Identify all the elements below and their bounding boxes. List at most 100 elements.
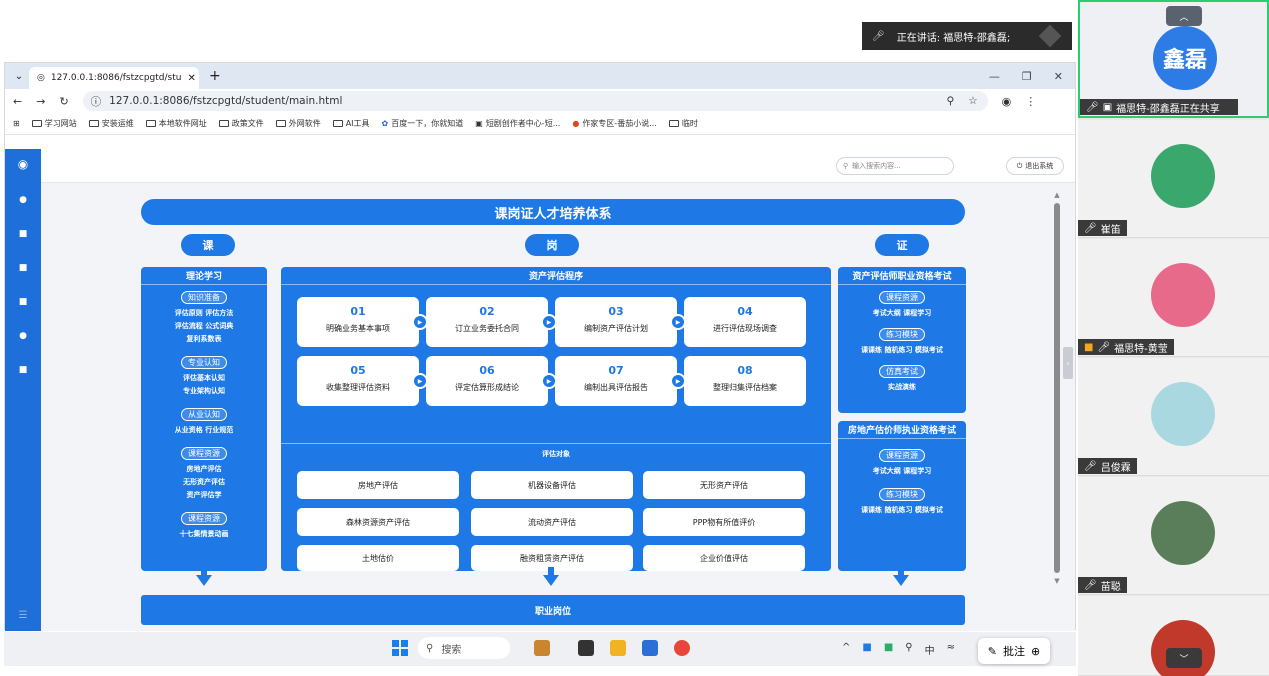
bookmark-item[interactable]: 外网软件 — [275, 118, 321, 129]
url-field[interactable]: ⓘ 127.0.0.1:8086/fstzcpgtd/student/main.… — [82, 91, 988, 111]
cert-group-line[interactable]: 考试大纲 课程学习 — [838, 465, 966, 478]
bookmark-item[interactable]: 本地软件网址 — [145, 118, 207, 129]
browser-tab[interactable]: ◎ 127.0.0.1:8086/fstzcpgtd/stu ✕ — [29, 67, 199, 89]
left-group-tag[interactable]: 课程资源 — [181, 512, 227, 525]
object-card[interactable]: PPP物有所值评价 — [643, 508, 805, 536]
participant-tile[interactable]: 🎤︎ 崔笛 — [1078, 120, 1269, 238]
new-tab-icon[interactable]: + — [209, 68, 221, 84]
object-card[interactable]: 土地估价 — [297, 545, 459, 571]
step-card[interactable]: 06 评定估算形成结论 — [426, 356, 548, 406]
collapse-menu-icon[interactable]: ☰ — [19, 610, 28, 621]
bookmark-star-icon[interactable]: ☆ — [968, 95, 977, 107]
back-icon[interactable]: ← — [13, 95, 22, 108]
cert-group-tag[interactable]: 课程资源 — [879, 449, 925, 462]
tab-search-icon[interactable]: ⌄ — [9, 71, 29, 82]
file-explorer-icon[interactable] — [610, 640, 626, 656]
left-group-line[interactable]: 从业资格 行业规范 — [141, 424, 267, 437]
step-card[interactable]: 02 订立业务委托合同 — [426, 297, 548, 347]
taskbar-meeting-icon[interactable] — [642, 640, 658, 656]
taskbar-search[interactable]: ⚲ 搜索 — [418, 637, 510, 659]
cert-group-tag[interactable]: 课程资源 — [879, 291, 925, 304]
cert-group-line[interactable]: 课课练 随机练习 模拟考试 — [838, 504, 966, 517]
step-card[interactable]: 05 收集整理评估资料 — [297, 356, 419, 406]
cert-group-tag[interactable]: 仿真考试 — [879, 365, 925, 378]
cert-group-line[interactable]: 实战演练 — [838, 381, 966, 394]
left-group-line[interactable]: 房地产评估 — [141, 463, 267, 476]
page-scrollbar[interactable]: ▲ ▼ — [1051, 191, 1063, 621]
forward-icon[interactable]: → — [36, 95, 45, 108]
windows-start-icon[interactable] — [392, 640, 408, 656]
left-group-tag[interactable]: 知识准备 — [181, 291, 227, 304]
step-card[interactable]: 04 进行评估现场调查 — [684, 297, 806, 347]
wifi-icon[interactable]: ≈ — [947, 642, 955, 657]
object-card[interactable]: 企业价值评估 — [643, 545, 805, 571]
apps-grid-icon[interactable]: ⊞ — [13, 119, 20, 128]
close-window-icon[interactable]: ✕ — [1054, 70, 1063, 83]
nav-book-icon[interactable]: ■ — [19, 263, 28, 273]
minimize-icon[interactable]: — — [989, 70, 1000, 83]
scroll-up-icon[interactable]: ▲ — [1051, 191, 1063, 199]
collapse-up-icon[interactable]: ︿ — [1166, 6, 1202, 26]
step-card[interactable]: 01 明确业务基本事项 — [297, 297, 419, 347]
bookmark-item[interactable]: 学习网站 — [31, 118, 77, 129]
input-method[interactable]: 中 — [925, 642, 935, 657]
taskbar-app-icon[interactable] — [578, 640, 594, 656]
step-card[interactable]: 08 整理归集评估档案 — [684, 356, 806, 406]
step-card[interactable]: 07 编制出具评估报告 — [555, 356, 677, 406]
bookmark-item[interactable]: ● 作家专区-番茄小说... — [572, 118, 657, 129]
info-icon[interactable]: ⓘ — [91, 94, 102, 109]
search-input[interactable]: ⚲ 输入搜索内容... — [836, 157, 954, 175]
left-group-line[interactable]: 评估流程 公式词典 — [141, 320, 267, 333]
zoom-icon[interactable]: ⚲ — [947, 95, 955, 107]
participant-tile[interactable]: 🎤︎ 吕俊霖 — [1078, 358, 1269, 476]
left-group-line[interactable]: 评估原则 评估方法 — [141, 307, 267, 320]
zoom-in-icon[interactable]: ⊕ — [1031, 645, 1040, 658]
bookmark-item[interactable]: ▣ 短剧创作者中心-短... — [475, 118, 560, 129]
close-tab-icon[interactable]: ✕ — [187, 73, 195, 84]
tray-chevron-icon[interactable]: ^ — [842, 642, 850, 657]
nav-practice-icon[interactable]: ■ — [19, 297, 28, 307]
bookmark-item[interactable]: 安装运维 — [88, 118, 134, 129]
object-card[interactable]: 机器设备评估 — [471, 471, 633, 499]
cert-group-tag[interactable]: 练习模块 — [879, 488, 925, 501]
object-card[interactable]: 流动资产评估 — [471, 508, 633, 536]
left-group-tag[interactable]: 课程资源 — [181, 447, 227, 460]
bookmark-item[interactable]: AI工具 — [332, 118, 370, 129]
reload-icon[interactable]: ↻ — [59, 95, 68, 108]
participant-tile[interactable]: ■ 🎤︎ 福思特-黄莹 — [1078, 239, 1269, 357]
chrome-icon[interactable] — [674, 640, 690, 656]
object-card[interactable]: 房地产评估 — [297, 471, 459, 499]
left-group-line[interactable]: 专业架构认知 — [141, 385, 267, 398]
left-group-tag[interactable]: 从业认知 — [181, 408, 227, 421]
bookmark-item[interactable]: 政策文件 — [218, 118, 264, 129]
tray-mic-icon[interactable]: ⚲ — [905, 642, 912, 657]
scroll-down-icon[interactable]: ▼ — [1051, 577, 1063, 585]
participant-tile[interactable]: 🎤︎ 苗聪 — [1078, 477, 1269, 595]
bookmark-item[interactable]: ✿ 百度一下，你就知道 — [382, 118, 464, 129]
bookmark-item[interactable]: 临时 — [668, 118, 698, 129]
nav-exam-icon[interactable]: ● — [19, 331, 27, 341]
career-posts-bar[interactable]: 职业岗位 — [141, 595, 965, 625]
nav-course-icon[interactable]: ■ — [19, 229, 28, 239]
object-card[interactable]: 无形资产评估 — [643, 471, 805, 499]
collapse-down-icon[interactable]: ﹀ — [1166, 648, 1202, 668]
logout-button[interactable]: ⏻ 退出系统 — [1006, 157, 1064, 175]
app-logo-icon[interactable]: ◉ — [18, 157, 28, 171]
left-group-line[interactable]: 无形资产评估 — [141, 476, 267, 489]
left-group-tag[interactable]: 专业认知 — [181, 356, 227, 369]
tray-wechat-icon[interactable]: ■ — [884, 642, 893, 657]
menu-icon[interactable]: ⋮ — [1025, 95, 1036, 108]
taskbar-app-store-icon[interactable] — [534, 640, 550, 656]
cert-group-line[interactable]: 课课练 随机练习 模拟考试 — [838, 344, 966, 357]
tray-app-icon[interactable]: ■ — [862, 642, 871, 657]
step-card[interactable]: 03 编制资产评估计划 — [555, 297, 677, 347]
profile-icon[interactable]: ◉ — [1002, 95, 1012, 108]
annotate-button[interactable]: ✎ 批注 ⊕ — [978, 638, 1050, 664]
nav-report-icon[interactable]: ■ — [19, 365, 28, 375]
side-panel-toggle[interactable]: › — [1063, 347, 1073, 379]
scroll-thumb[interactable] — [1054, 203, 1060, 573]
left-group-line[interactable]: 十七集情景动画 — [141, 528, 267, 541]
object-card[interactable]: 森林资源资产评估 — [297, 508, 459, 536]
cert-group-tag[interactable]: 练习模块 — [879, 328, 925, 341]
cert-group-line[interactable]: 考试大纲 课程学习 — [838, 307, 966, 320]
